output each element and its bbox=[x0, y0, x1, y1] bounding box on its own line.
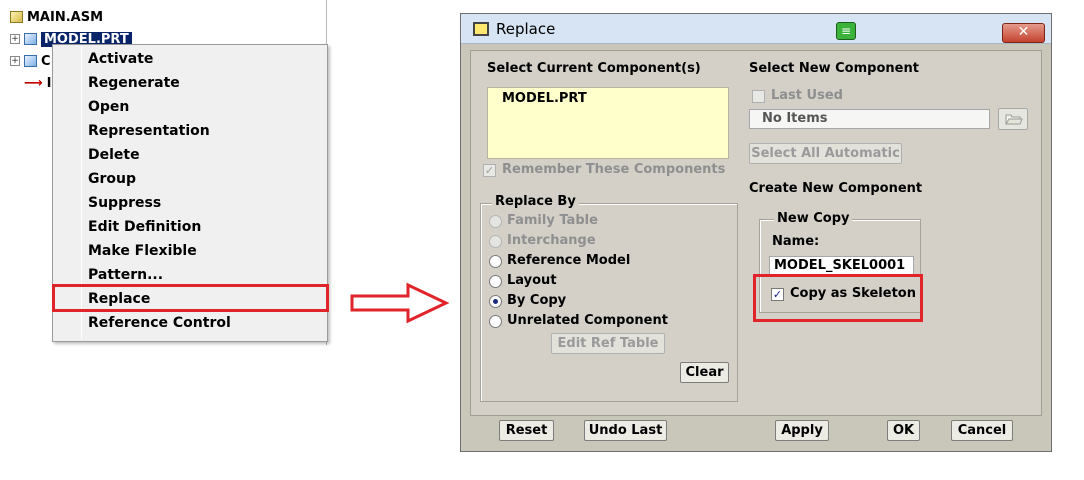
radio-unrelated-component[interactable] bbox=[489, 315, 502, 328]
open-folder-icon bbox=[1005, 114, 1023, 125]
menu-item-activate[interactable]: Activate bbox=[88, 48, 153, 70]
menu-item-open[interactable]: Open bbox=[88, 96, 129, 118]
current-component-list[interactable]: MODEL.PRT bbox=[487, 87, 729, 159]
last-used-label: Last Used bbox=[771, 88, 843, 103]
radio-by-copy[interactable] bbox=[489, 295, 502, 308]
radio-family-table-label: Family Table bbox=[507, 213, 598, 228]
menu-item-edit-definition[interactable]: Edit Definition bbox=[88, 216, 201, 238]
tree-item-insert-here[interactable]: ⟶ I bbox=[24, 74, 51, 92]
radio-by-copy-label: By Copy bbox=[507, 293, 567, 308]
remember-components-label: Remember These Components bbox=[502, 162, 726, 177]
edit-ref-table-button[interactable]: Edit Ref Table bbox=[551, 333, 665, 354]
tree-item-label: C bbox=[41, 53, 51, 69]
replace-by-legend: Replace By bbox=[492, 194, 579, 209]
remember-components-checkbox[interactable]: ✓ bbox=[483, 164, 496, 177]
insert-arrow-icon: ⟶ bbox=[24, 75, 43, 91]
close-button[interactable]: ✕ bbox=[1002, 23, 1045, 43]
tree-root-label: MAIN.ASM bbox=[27, 9, 104, 25]
tree-root[interactable]: MAIN.ASM bbox=[10, 8, 103, 26]
menu-item-reference-control[interactable]: Reference Control bbox=[88, 312, 231, 334]
assembly-icon bbox=[10, 11, 23, 23]
current-component-header: Select Current Component(s) bbox=[487, 61, 701, 76]
dialog-app-icon bbox=[473, 22, 489, 36]
new-copy-legend: New Copy bbox=[774, 211, 853, 226]
cancel-button[interactable]: Cancel bbox=[951, 420, 1013, 441]
radio-interchange-label: Interchange bbox=[507, 233, 596, 248]
reset-button[interactable]: Reset bbox=[499, 420, 554, 441]
ok-button[interactable]: OK bbox=[887, 420, 920, 441]
new-component-field[interactable]: No Items bbox=[749, 109, 990, 129]
arrow-right-icon bbox=[350, 282, 450, 324]
menu-item-pattern[interactable]: Pattern... bbox=[88, 264, 163, 286]
radio-reference-model[interactable] bbox=[489, 255, 502, 268]
expand-icon[interactable]: + bbox=[10, 34, 20, 44]
tree-item[interactable]: + C bbox=[10, 52, 51, 70]
browse-button[interactable] bbox=[998, 108, 1028, 130]
green-status-icon[interactable]: ≡ bbox=[836, 22, 856, 40]
part-icon bbox=[24, 55, 37, 67]
clear-button[interactable]: Clear bbox=[680, 362, 729, 383]
replace-highlight-box bbox=[52, 284, 329, 312]
radio-family-table[interactable] bbox=[489, 215, 502, 228]
menu-item-regenerate[interactable]: Regenerate bbox=[88, 72, 180, 94]
name-input[interactable]: MODEL_SKEL0001 bbox=[769, 256, 914, 276]
radio-reference-model-label: Reference Model bbox=[507, 253, 631, 268]
expand-icon[interactable]: + bbox=[10, 56, 20, 66]
part-icon bbox=[24, 33, 37, 45]
radio-layout[interactable] bbox=[489, 275, 502, 288]
tree-item-label: I bbox=[46, 75, 52, 91]
create-new-component-header: Create New Component bbox=[749, 181, 923, 196]
menu-item-group[interactable]: Group bbox=[88, 168, 136, 190]
name-label: Name: bbox=[772, 234, 820, 249]
list-item[interactable]: MODEL.PRT bbox=[502, 91, 587, 106]
radio-layout-label: Layout bbox=[507, 273, 557, 288]
menu-item-suppress[interactable]: Suppress bbox=[88, 192, 161, 214]
undo-last-button[interactable]: Undo Last bbox=[584, 420, 667, 441]
radio-interchange[interactable] bbox=[489, 235, 502, 248]
new-component-header: Select New Component bbox=[749, 61, 919, 76]
menu-item-make-flexible[interactable]: Make Flexible bbox=[88, 240, 197, 262]
menu-item-representation[interactable]: Representation bbox=[88, 120, 210, 142]
menu-item-delete[interactable]: Delete bbox=[88, 144, 140, 166]
select-all-automatic-button[interactable]: Select All Automatic bbox=[749, 143, 902, 164]
copy-as-skeleton-highlight-box bbox=[753, 274, 923, 322]
radio-unrelated-component-label: Unrelated Component bbox=[507, 313, 668, 328]
dialog-title: Replace bbox=[496, 20, 556, 38]
apply-button[interactable]: Apply bbox=[775, 420, 829, 441]
dialog-titlebar[interactable]: Replace ≡ ✕ bbox=[461, 14, 1051, 44]
last-used-checkbox[interactable] bbox=[752, 90, 765, 103]
